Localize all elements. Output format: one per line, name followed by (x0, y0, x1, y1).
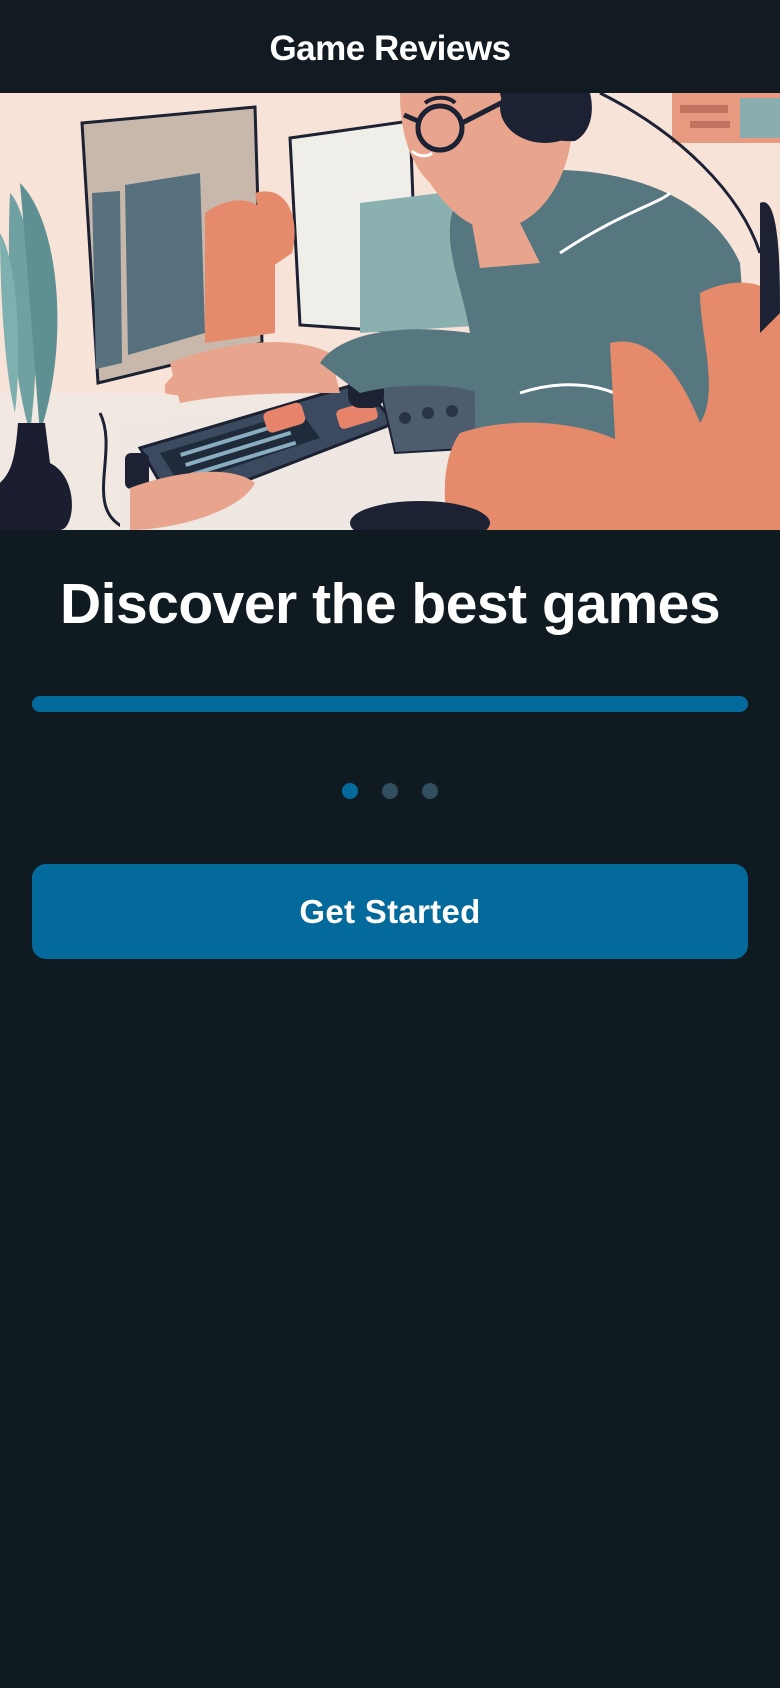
hero-illustration (0, 93, 780, 530)
page-dot-2[interactable] (382, 783, 398, 799)
onboarding-headline: Discover the best games (59, 572, 721, 636)
progress-bar-fill (32, 696, 748, 712)
get-started-button[interactable]: Get Started (32, 864, 748, 959)
app-title: Game Reviews (269, 29, 511, 68)
onboarding-screen: Game Reviews Discover the best games Get… (0, 0, 780, 1688)
app-header: Game Reviews (0, 0, 780, 93)
page-indicator (0, 783, 780, 799)
page-dot-1[interactable] (342, 783, 358, 799)
onboarding-progress-bar (32, 696, 748, 712)
page-dot-3[interactable] (422, 783, 438, 799)
